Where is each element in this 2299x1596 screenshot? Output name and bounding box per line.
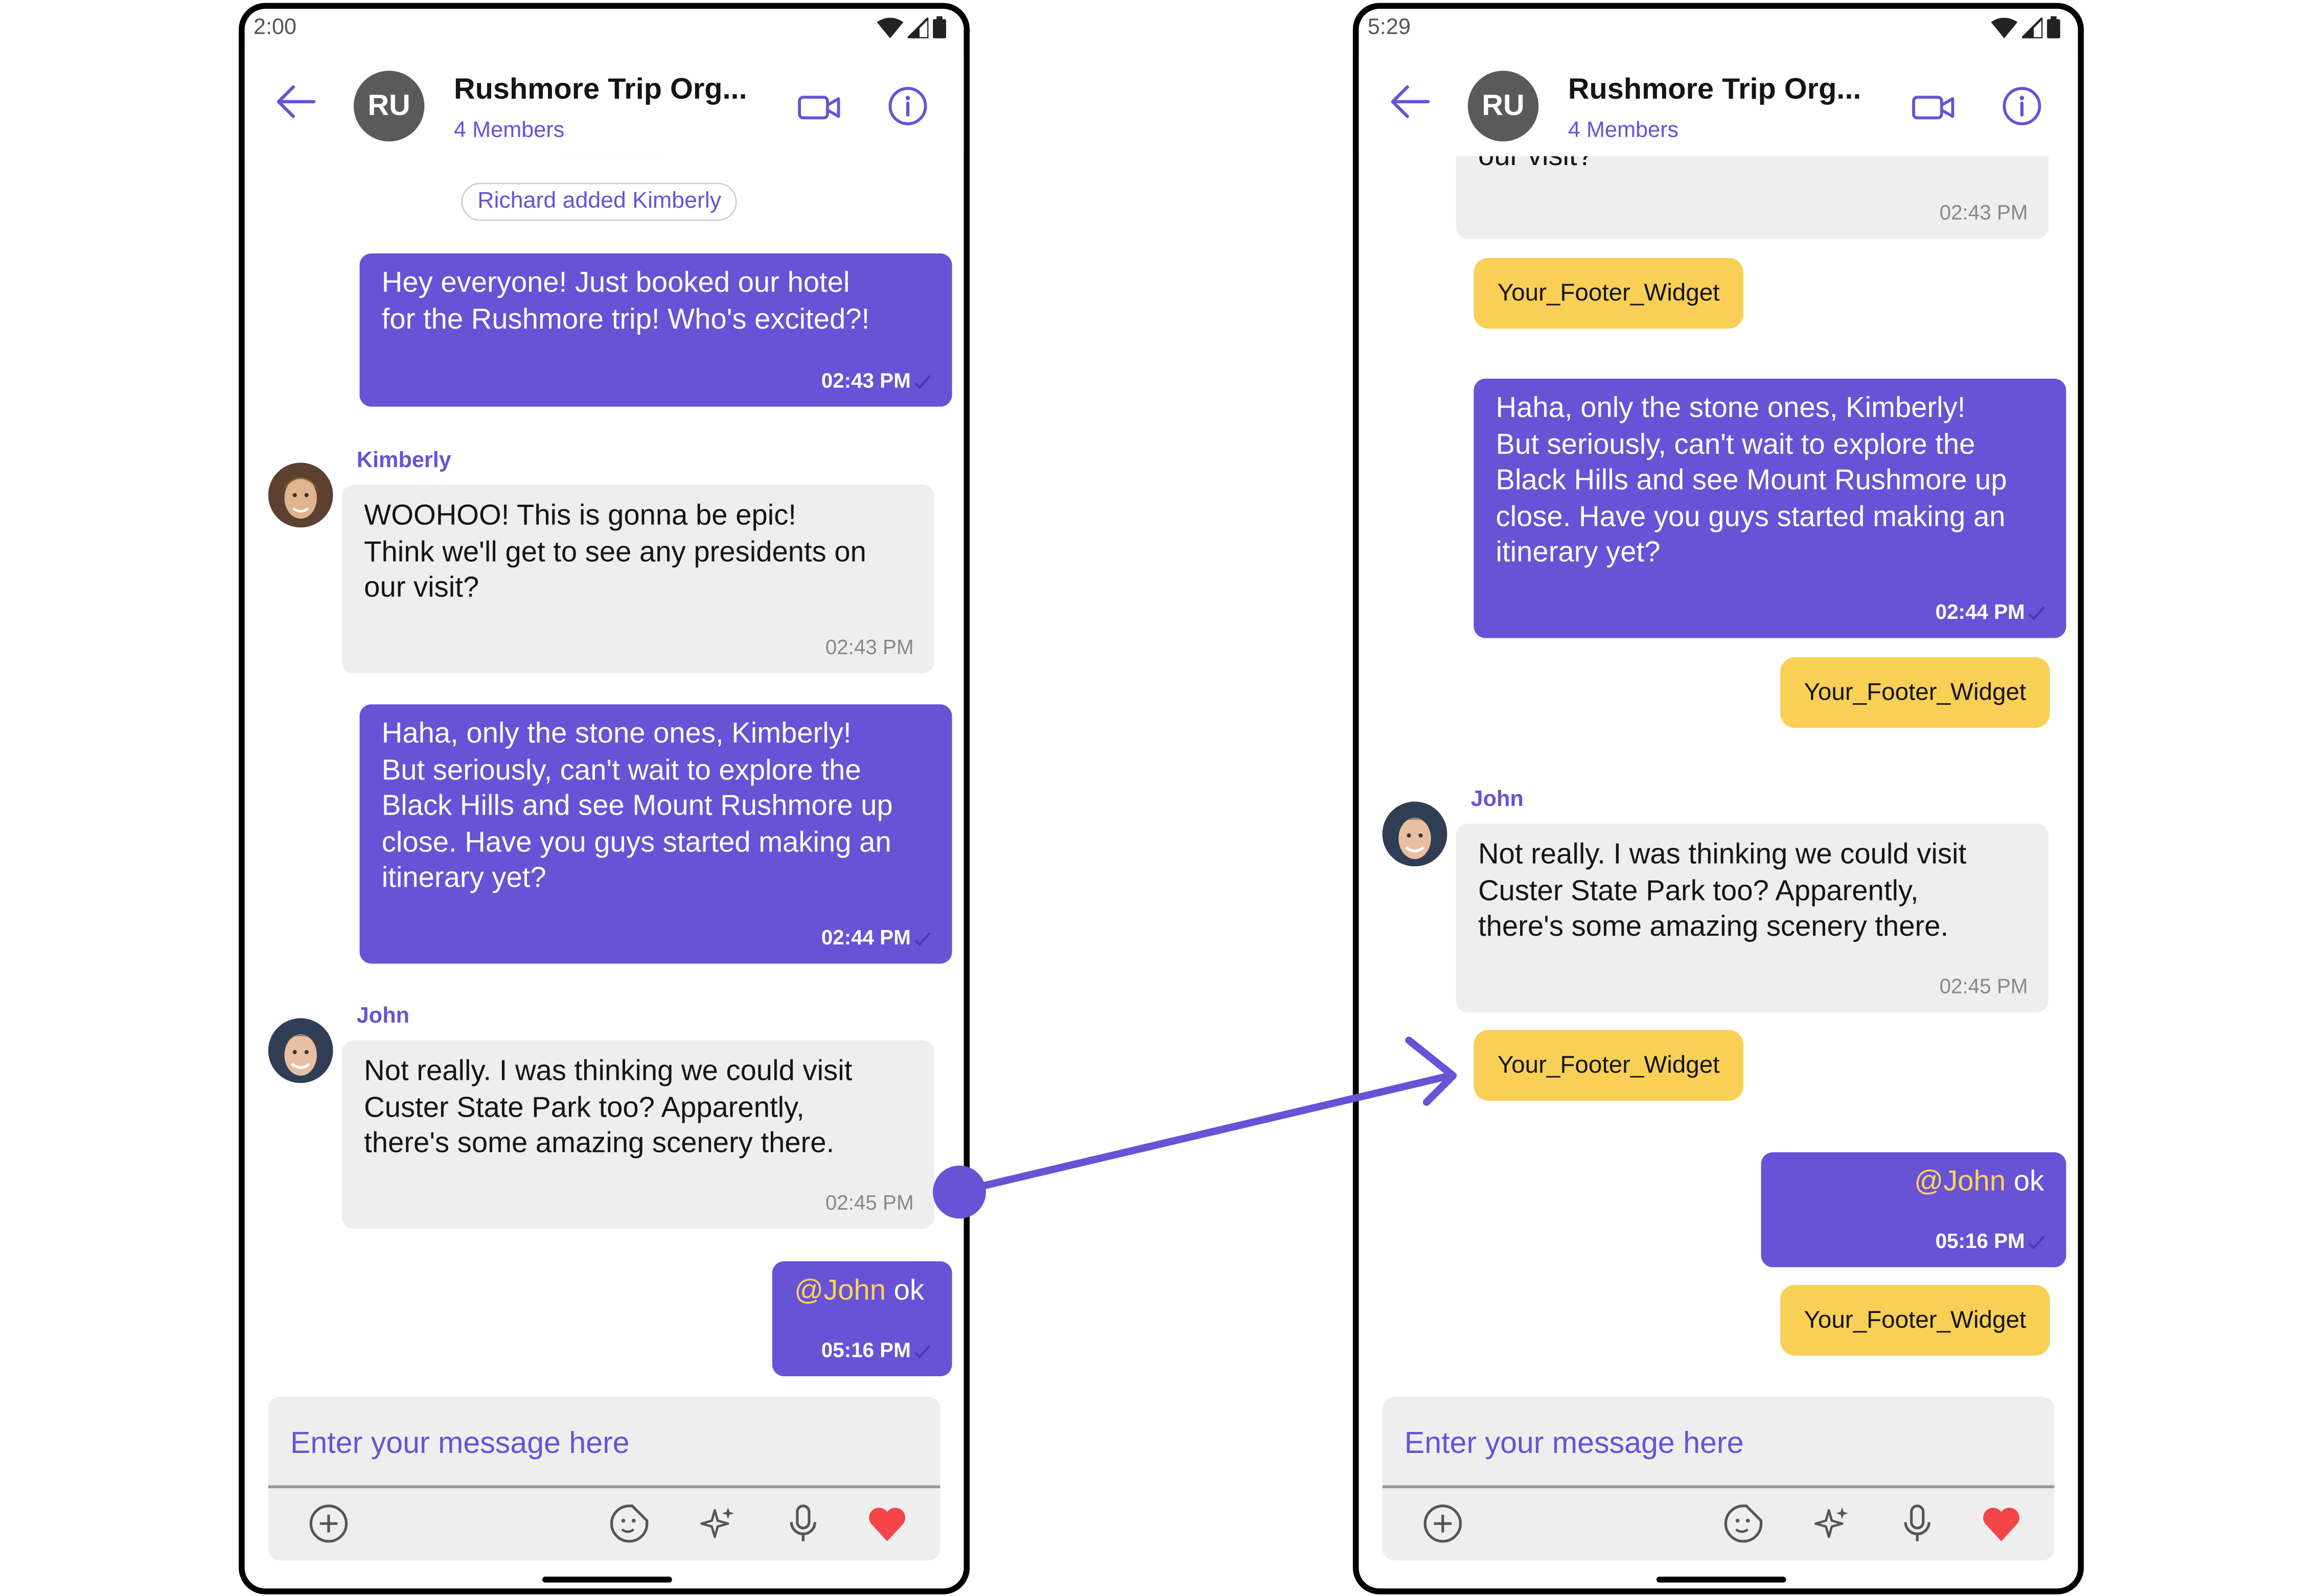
sender-name: Kimberly: [356, 448, 451, 473]
message-time: 02:43 PM: [821, 368, 911, 392]
home-indicator[interactable]: [542, 1577, 672, 1583]
message-time: 02:43 PM: [825, 635, 914, 659]
message-time: 02:44 PM: [1935, 599, 2025, 623]
phone-right: 5:29 RU Rushmore Trip Org... 4 Members o…: [1352, 3, 2084, 1594]
message-text: Haha, only the stone ones, Kimberly! But…: [381, 718, 893, 895]
message-text: Hey everyone! Just booked our hotel for …: [381, 266, 870, 335]
info-icon[interactable]: [887, 85, 929, 127]
signal-icon: [2021, 17, 2043, 38]
add-icon[interactable]: [1421, 1501, 1465, 1545]
status-time: 2:00: [253, 14, 297, 40]
system-message: Richard added Kimberly: [461, 182, 738, 221]
group-title: Rushmore Trip Org...: [454, 74, 747, 106]
avatar[interactable]: [1382, 801, 1447, 867]
member-count: 4 Members: [454, 118, 565, 143]
message-list[interactable]: Richard added Kimberly Hey everyone! Jus…: [245, 150, 964, 1382]
wifi-icon: [877, 17, 904, 38]
message-text: Not really. I was thinking we could visi…: [364, 1055, 853, 1160]
battery-icon: [2047, 16, 2060, 38]
group-title: Rushmore Trip Org...: [1568, 74, 1861, 106]
home-indicator[interactable]: [1656, 1577, 1786, 1583]
composer-divider: [268, 1485, 940, 1488]
status-icons: [877, 16, 947, 38]
message-composer: Enter your message here: [268, 1397, 940, 1561]
mention[interactable]: @John: [1914, 1166, 2006, 1198]
footer-widget[interactable]: Your_Footer_Widget: [1474, 1030, 1743, 1101]
footer-widget[interactable]: Your_Footer_Widget: [1474, 258, 1743, 329]
message-time: 02:45 PM: [1939, 974, 2028, 998]
message-bubble[interactable]: @John ok 05:16 PM: [1761, 1152, 2066, 1267]
sticker-icon[interactable]: [607, 1501, 651, 1545]
sender-name: John: [356, 1003, 410, 1029]
read-tick-icon: [914, 375, 931, 389]
chat-header: RU Rushmore Trip Org... 4 Members: [244, 53, 964, 156]
video-call-icon[interactable]: [1912, 91, 1956, 124]
john-avatar-photo: [1382, 801, 1447, 867]
message-bubble[interactable]: our visit? 02:43 PM: [1456, 150, 2049, 239]
message-text: @John ok: [1914, 1165, 2044, 1198]
read-tick-icon: [914, 932, 931, 946]
message-bubble[interactable]: @John ok 05:16 PM: [772, 1261, 952, 1377]
chat-header: RU Rushmore Trip Org... 4 Members: [1359, 53, 2078, 156]
message-bubble[interactable]: WOOHOO! This is gonna be epic! Think we'…: [341, 484, 935, 674]
kimberly-avatar-photo: [268, 462, 333, 528]
member-count: 4 Members: [1568, 118, 1679, 143]
wifi-icon: [1991, 17, 2018, 38]
group-avatar[interactable]: RU: [1467, 71, 1539, 142]
composer-divider: [1382, 1485, 2055, 1488]
message-input[interactable]: Enter your message here: [290, 1426, 630, 1462]
group-avatar[interactable]: RU: [353, 71, 425, 142]
heart-icon[interactable]: [865, 1501, 909, 1545]
signal-icon: [908, 17, 929, 38]
ai-sparkle-icon[interactable]: [696, 1501, 740, 1545]
microphone-icon[interactable]: [781, 1501, 825, 1545]
message-input[interactable]: Enter your message here: [1405, 1426, 1744, 1462]
status-bar: 5:29: [1359, 9, 2078, 44]
message-text: Not really. I was thinking we could visi…: [1478, 838, 1967, 943]
message-bubble[interactable]: Hey everyone! Just booked our hotel for …: [359, 253, 952, 407]
message-time: 02:43 PM: [1939, 200, 2028, 224]
message-list[interactable]: our visit? 02:43 PM Your_Footer_Widget H…: [1359, 150, 2078, 1382]
status-bar: 2:00: [245, 9, 964, 44]
message-text: @John ok: [794, 1275, 925, 1307]
footer-widget[interactable]: Your_Footer_Widget: [1780, 1285, 2050, 1356]
message-time: 05:16 PM: [821, 1338, 911, 1362]
avatar[interactable]: [268, 1018, 333, 1083]
phone-left: 2:00 RU Rushmore Trip Org... 4 Members R…: [239, 3, 970, 1594]
mention[interactable]: @John: [794, 1275, 886, 1307]
video-call-icon[interactable]: [797, 91, 841, 124]
stage: 2:00 RU Rushmore Trip Org... 4 Members R…: [0, 0, 2299, 1596]
read-tick-icon: [2028, 1235, 2045, 1250]
battery-icon: [933, 16, 947, 38]
message-bubble[interactable]: Haha, only the stone ones, Kimberly! But…: [359, 704, 952, 964]
message-bubble[interactable]: Not really. I was thinking we could visi…: [1456, 823, 2049, 1012]
ai-sparkle-icon[interactable]: [1810, 1501, 1854, 1545]
read-tick-icon: [914, 1344, 931, 1359]
microphone-icon[interactable]: [1895, 1501, 1939, 1545]
back-arrow-icon[interactable]: [274, 80, 318, 124]
john-avatar-photo: [268, 1018, 333, 1083]
message-text: Haha, only the stone ones, Kimberly! But…: [1496, 391, 2007, 569]
message-composer: Enter your message here: [1382, 1397, 2055, 1561]
footer-widget[interactable]: Your_Footer_Widget: [1780, 657, 2050, 728]
sender-name: John: [1470, 787, 1524, 812]
status-icons: [1991, 16, 2060, 38]
message-bubble[interactable]: Haha, only the stone ones, Kimberly! But…: [1474, 379, 2066, 638]
message-time: 02:44 PM: [821, 925, 911, 949]
sticker-icon[interactable]: [1721, 1501, 1765, 1545]
message-text: WOOHOO! This is gonna be epic! Think we'…: [364, 499, 866, 605]
message-time: 02:45 PM: [825, 1190, 914, 1214]
avatar[interactable]: [268, 462, 333, 528]
message-bubble[interactable]: Not really. I was thinking we could visi…: [341, 1040, 935, 1229]
heart-icon[interactable]: [1979, 1501, 2023, 1545]
add-icon[interactable]: [307, 1501, 351, 1545]
info-icon[interactable]: [2002, 85, 2043, 127]
back-arrow-icon[interactable]: [1388, 80, 1432, 124]
status-time: 5:29: [1367, 14, 1411, 40]
read-tick-icon: [2028, 606, 2045, 621]
message-time: 05:16 PM: [1935, 1229, 2025, 1253]
